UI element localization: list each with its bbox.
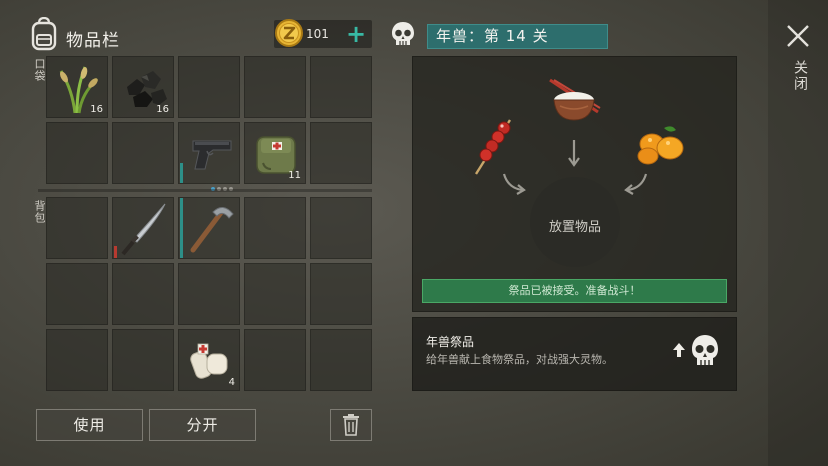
candied-haws-icon xyxy=(470,118,516,176)
arrow-icon xyxy=(500,172,530,196)
backpack-slot-8[interactable] xyxy=(178,263,240,325)
katana-icon xyxy=(121,203,166,256)
status-bar: 祭品已被接受。准备战斗！ xyxy=(422,279,727,303)
backpack-slot-11[interactable] xyxy=(46,329,108,391)
pocket-slot-4[interactable] xyxy=(244,56,306,118)
pocket-slot-7[interactable] xyxy=(112,122,174,184)
trash-icon xyxy=(343,414,359,436)
trash-button[interactable] xyxy=(330,409,372,441)
backpack-slot-1[interactable] xyxy=(46,197,108,259)
info-title: 年兽祭品 xyxy=(426,335,475,349)
item-count: 11 xyxy=(288,170,301,181)
skull-icon xyxy=(390,20,416,50)
backpack-slot-3[interactable] xyxy=(178,197,240,259)
pocket-section-label: 口袋 xyxy=(33,58,46,82)
pocket-slot-1[interactable]: 16 xyxy=(46,56,108,118)
up-arrow-icon xyxy=(672,342,686,362)
backpack-slot-13[interactable]: 4 xyxy=(178,329,240,391)
backpack-slot-10[interactable] xyxy=(310,263,372,325)
inventory-title: 物品栏 xyxy=(66,31,120,51)
backpack-icon xyxy=(30,16,58,51)
drop-item-label: 放置物品 xyxy=(548,220,601,235)
level-banner: 年兽：第 14 关 xyxy=(427,24,608,49)
backpack-slot-7[interactable] xyxy=(112,263,174,325)
arrow-icon xyxy=(620,172,650,196)
backpack-slot-2[interactable] xyxy=(112,197,174,259)
backpack-slot-6[interactable] xyxy=(46,263,108,325)
rice-bowl-icon xyxy=(546,78,604,124)
item-count: 16 xyxy=(156,104,169,115)
backpack-slot-4[interactable] xyxy=(244,197,306,259)
backpack-slot-9[interactable] xyxy=(244,263,306,325)
use-button[interactable]: 使用 xyxy=(36,409,143,441)
pocket-slot-5[interactable] xyxy=(310,56,372,118)
item-count: 16 xyxy=(90,104,103,115)
pocket-slot-8[interactable] xyxy=(178,122,240,191)
backpack-slot-14[interactable] xyxy=(244,329,306,391)
pocket-slot-3[interactable] xyxy=(178,56,240,118)
coin-count: 101 xyxy=(306,27,329,41)
pocket-slot-6[interactable] xyxy=(46,122,108,184)
arrow-icon xyxy=(566,138,582,168)
section-divider xyxy=(38,189,372,192)
pickaxe-icon xyxy=(190,207,234,253)
backpack-slot-5[interactable] xyxy=(310,197,372,259)
item-count: 4 xyxy=(228,377,235,388)
pocket-slot-2[interactable]: 16 xyxy=(112,56,174,118)
backpack-slot-12[interactable] xyxy=(112,329,174,391)
close-button[interactable] xyxy=(784,22,812,50)
boss-skull-icon xyxy=(690,333,720,373)
pocket-slot-10[interactable] xyxy=(310,122,372,184)
close-label[interactable]: 关闭 xyxy=(790,60,810,92)
add-coins-button[interactable]: + xyxy=(344,20,368,48)
split-button[interactable]: 分开 xyxy=(149,409,256,441)
backpack-slot-15[interactable] xyxy=(310,329,372,391)
gold-coin-icon xyxy=(274,18,304,48)
close-icon xyxy=(787,25,809,47)
kumquat-icon xyxy=(630,122,688,168)
backpack-section-label: 背包 xyxy=(33,200,46,224)
ammo-dots xyxy=(211,176,233,195)
info-description: 给年兽献上食物祭品，对战强大灵物。 xyxy=(426,353,613,366)
pocket-slot-9[interactable]: 11 xyxy=(244,122,306,184)
